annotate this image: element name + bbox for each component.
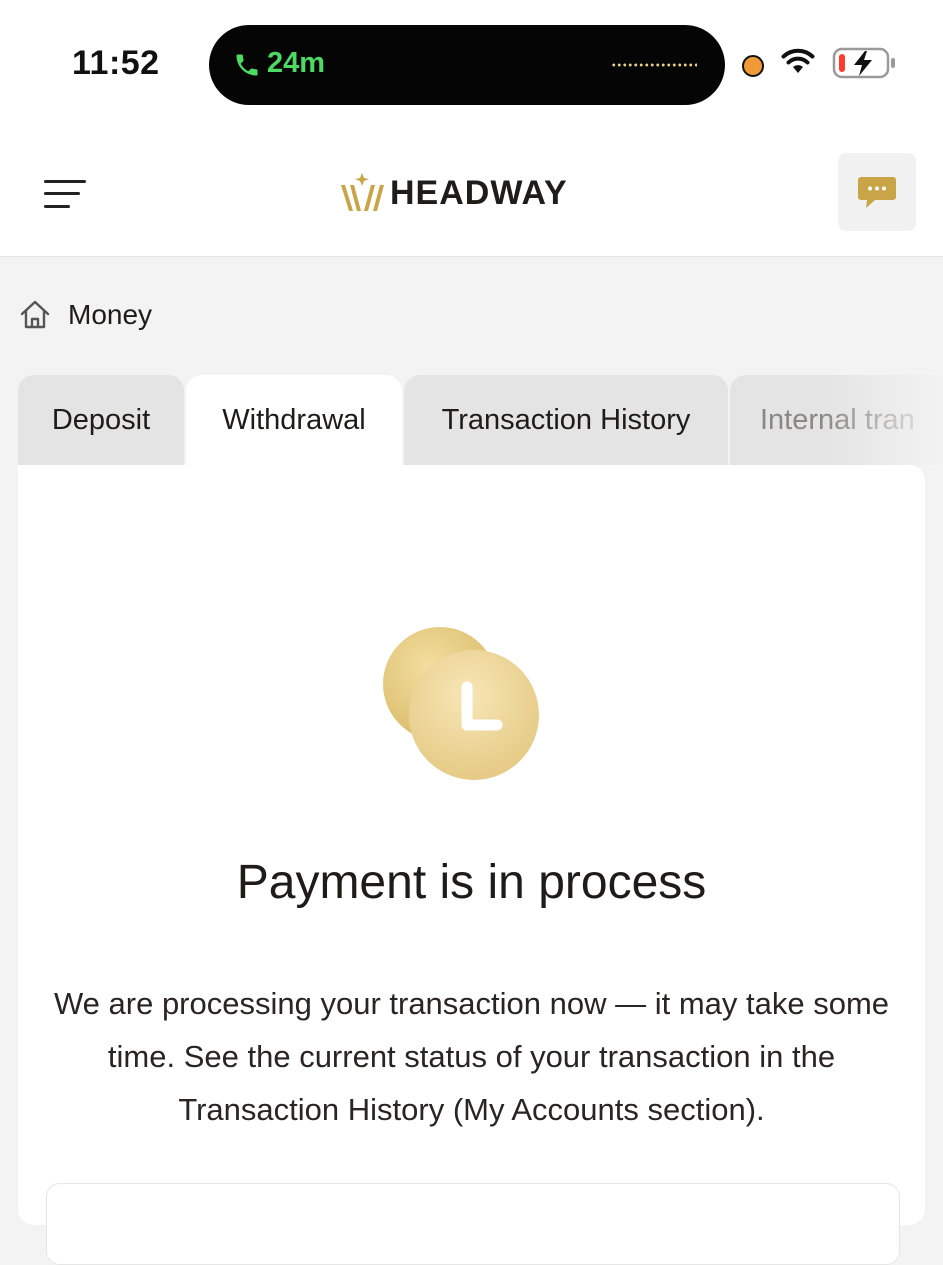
breadcrumb-current: Money: [68, 299, 153, 330]
wifi-icon: [781, 48, 815, 73]
home-icon[interactable]: [18, 298, 52, 332]
status-time: 11:52: [72, 44, 160, 82]
tab-deposit[interactable]: Deposit: [18, 375, 184, 465]
transaction-details-card: [46, 1183, 900, 1265]
status-message: We are processing your transaction now —…: [53, 986, 890, 1127]
menu-line-icon: [44, 205, 70, 208]
recording-indicator-icon: [742, 55, 764, 77]
chat-button[interactable]: [838, 153, 916, 231]
dynamic-island-call[interactable]: 24m: [209, 25, 725, 105]
app-header: HEADWAY: [0, 130, 943, 257]
brand-name: HEADWAY: [390, 173, 568, 212]
status-bar: 11:52 24m: [0, 0, 943, 130]
menu-line-icon: [44, 192, 80, 195]
chat-bubble-icon: [858, 177, 896, 208]
breadcrumb: Money: [18, 298, 152, 332]
phone-icon: [236, 54, 258, 76]
call-duration: 24m: [267, 47, 326, 79]
headway-logo-mark-icon: [341, 173, 384, 211]
pending-clock-icon: [383, 627, 539, 780]
tab-internal-transfer[interactable]: Internal tran: [730, 375, 943, 465]
menu-line-icon: [44, 180, 86, 183]
withdrawal-status-card: Payment is in process We are processing …: [18, 465, 925, 1265]
audio-waveform-icon: [611, 63, 697, 67]
status-title: Payment is in process: [236, 856, 707, 909]
battery-charging-icon: [832, 47, 895, 79]
tab-transaction-history[interactable]: Transaction History: [404, 375, 728, 465]
headway-logo[interactable]: HEADWAY: [338, 168, 568, 218]
menu-button[interactable]: [44, 178, 88, 210]
money-tabs: Deposit Withdrawal Transaction History I…: [18, 375, 943, 465]
tab-withdrawal[interactable]: Withdrawal: [186, 375, 402, 465]
